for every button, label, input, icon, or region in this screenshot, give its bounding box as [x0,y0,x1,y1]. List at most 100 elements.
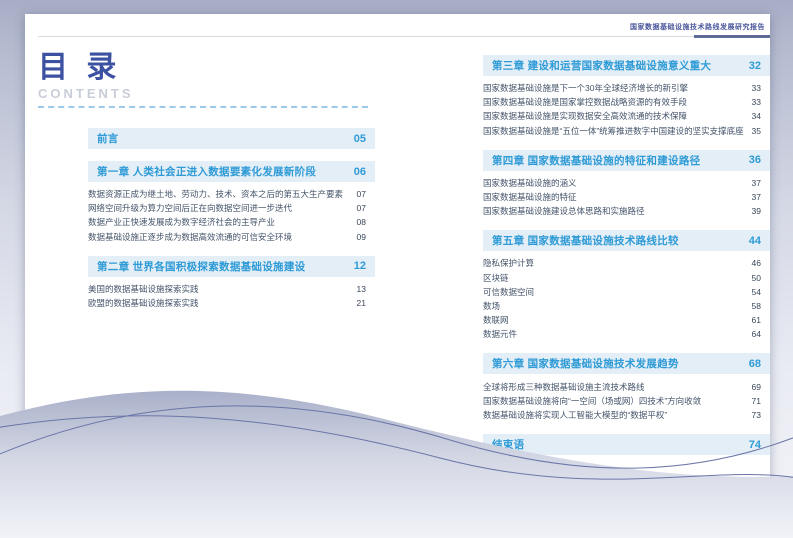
section-page: 32 [749,60,761,72]
item-label: 国家数据基础设施建设总体思路和实施路径 [483,205,645,217]
toc-item: 数场 58 [483,299,770,313]
toc-item: 国家数据基础设施是国家掌控数据战略资源的有效手段 33 [483,95,770,109]
title-dashed-rule [38,106,368,108]
item-page: 54 [752,287,761,297]
item-label: 网络空间升级为算力空间后正在向数据空间进一步迭代 [88,202,292,214]
toc-section: 结束语 74 [483,434,770,455]
section-items: 国家数据基础设施的涵义 37 国家数据基础设施的特征 37 国家数据基础设施建设… [483,176,770,219]
toc-column-right: 第三章 建设和运营国家数据基础设施意义重大 32 国家数据基础设施是下一个30年… [483,55,770,467]
section-page: 68 [749,358,761,370]
toc-item: 美国的数据基础设施探索实践 13 [88,282,375,296]
toc-item: 数据产业正快速发展成为数字经济社会的主导产业 08 [88,215,375,229]
toc-item: 国家数据基础设施是下一个30年全球经济增长的新引擎 33 [483,81,770,95]
item-page: 61 [752,315,761,325]
item-label: 区块链 [483,272,509,284]
item-page: 07 [357,203,366,213]
item-page: 37 [752,178,761,188]
item-label: 数据基础设施将实现人工智能大模型的“数据平权” [483,409,667,421]
item-label: 国家数据基础设施是“五位一体”统筹推进数字中国建设的坚实支撑底座 [483,125,744,137]
item-page: 35 [752,126,761,136]
section-title: 结束语 [492,437,524,452]
section-page: 36 [749,154,761,166]
section-page: 12 [354,260,366,272]
toc-section-band: 第四章 国家数据基础设施的特征和建设路径 36 [483,150,770,171]
toc-column-left: 前言 05 第一章 人类社会正进入数据要素化发展新阶段 06 数据资源正成为继土… [88,128,375,322]
item-label: 数据产业正快速发展成为数字经济社会的主导产业 [88,216,275,228]
toc-item: 数联网 61 [483,313,770,327]
report-title: 国家数据基础设施技术路线发展研究报告 [630,22,765,32]
item-label: 隐私保护计算 [483,257,534,269]
document-page: 国家数据基础设施技术路线发展研究报告 目 录 CONTENTS 前言 05 第一… [25,14,770,538]
section-page: 06 [354,166,366,178]
section-items: 国家数据基础设施是下一个30年全球经济增长的新引擎 33 国家数据基础设施是国家… [483,81,770,138]
item-page: 34 [752,111,761,121]
item-page: 09 [357,232,366,242]
section-items: 美国的数据基础设施探索实践 13 欧盟的数据基础设施探索实践 21 [88,282,375,310]
section-title: 第四章 国家数据基础设施的特征和建设路径 [492,153,700,168]
item-page: 58 [752,301,761,311]
toc-item: 数据基础设施正逐步成为数据高效流通的可信安全环境 09 [88,230,375,244]
toc-section-band: 第五章 国家数据基础设施技术路线比较 44 [483,230,770,251]
toc-section-band: 第二章 世界各国积极探索数据基础设施建设 12 [88,256,375,277]
item-label: 全球将形成三种数据基础设施主流技术路线 [483,381,645,393]
item-label: 欧盟的数据基础设施探索实践 [88,297,199,309]
toc-item: 隐私保护计算 46 [483,256,770,270]
toc-item: 国家数据基础设施建设总体思路和实施路径 39 [483,204,770,218]
item-page: 73 [752,410,761,420]
toc-section-band: 第一章 人类社会正进入数据要素化发展新阶段 06 [88,161,375,182]
section-title: 前言 [97,131,119,146]
item-page: 69 [752,382,761,392]
toc-section: 前言 05 [88,128,375,149]
item-page: 13 [357,284,366,294]
toc-item: 全球将形成三种数据基础设施主流技术路线 69 [483,379,770,393]
item-label: 可信数据空间 [483,286,534,298]
toc-item: 数据基础设施将实现人工智能大模型的“数据平权” 73 [483,408,770,422]
toc-item: 欧盟的数据基础设施探索实践 21 [88,296,375,310]
section-items: 隐私保护计算 46 区块链 50 可信数据空间 54 数场 58 数联网 61 … [483,256,770,341]
item-label: 数据资源正成为继土地、劳动力、技术、资本之后的第五大生产要素 [88,188,343,200]
item-label: 数场 [483,300,500,312]
item-page: 64 [752,329,761,339]
toc-title-block: 目 录 CONTENTS [38,52,134,101]
item-page: 07 [357,189,366,199]
item-page: 46 [752,258,761,268]
toc-item: 可信数据空间 54 [483,285,770,299]
item-label: 国家数据基础设施是国家掌控数据战略资源的有效手段 [483,96,687,108]
item-label: 数据元件 [483,328,517,340]
toc-item: 数据资源正成为继土地、劳动力、技术、资本之后的第五大生产要素 07 [88,187,375,201]
section-title: 第二章 世界各国积极探索数据基础设施建设 [97,259,305,274]
section-page: 74 [749,439,761,451]
section-title: 第六章 国家数据基础设施技术发展趋势 [492,356,679,371]
toc-item: 国家数据基础设施的特征 37 [483,190,770,204]
item-page: 39 [752,206,761,216]
header-rule-accent [694,35,770,38]
item-page: 50 [752,273,761,283]
section-items: 数据资源正成为继土地、劳动力、技术、资本之后的第五大生产要素 07 网络空间升级… [88,187,375,244]
item-page: 08 [357,217,366,227]
toc-item: 区块链 50 [483,271,770,285]
toc-section: 第二章 世界各国积极探索数据基础设施建设 12 美国的数据基础设施探索实践 13… [88,256,375,310]
item-label: 国家数据基础设施将向“一空间（场或网）四技术”方向收敛 [483,395,701,407]
toc-item: 国家数据基础设施是“五位一体”统筹推进数字中国建设的坚实支撑底座 35 [483,124,770,138]
toc-section: 第三章 建设和运营国家数据基础设施意义重大 32 国家数据基础设施是下一个30年… [483,55,770,138]
header-rule [38,36,770,37]
section-title: 第一章 人类社会正进入数据要素化发展新阶段 [97,164,316,179]
toc-item: 网络空间升级为算力空间后正在向数据空间进一步迭代 07 [88,201,375,215]
item-label: 数联网 [483,314,509,326]
toc-item: 国家数据基础设施的涵义 37 [483,176,770,190]
section-page: 05 [354,133,366,145]
section-items: 全球将形成三种数据基础设施主流技术路线 69 国家数据基础设施将向“一空间（场或… [483,379,770,422]
item-page: 33 [752,97,761,107]
item-label: 国家数据基础设施的特征 [483,191,577,203]
item-page: 71 [752,396,761,406]
item-label: 国家数据基础设施是实现数据安全高效流通的技术保障 [483,110,687,122]
item-label: 美国的数据基础设施探索实践 [88,283,199,295]
toc-section: 第五章 国家数据基础设施技术路线比较 44 隐私保护计算 46 区块链 50 可… [483,230,770,341]
section-title: 第五章 国家数据基础设施技术路线比较 [492,233,679,248]
toc-section: 第六章 国家数据基础设施技术发展趋势 68 全球将形成三种数据基础设施主流技术路… [483,353,770,422]
item-label: 国家数据基础设施的涵义 [483,177,577,189]
item-page: 33 [752,83,761,93]
toc-item: 数据元件 64 [483,327,770,341]
toc-title-zh: 目 录 [38,52,134,84]
toc-section-band: 第三章 建设和运营国家数据基础设施意义重大 32 [483,55,770,76]
